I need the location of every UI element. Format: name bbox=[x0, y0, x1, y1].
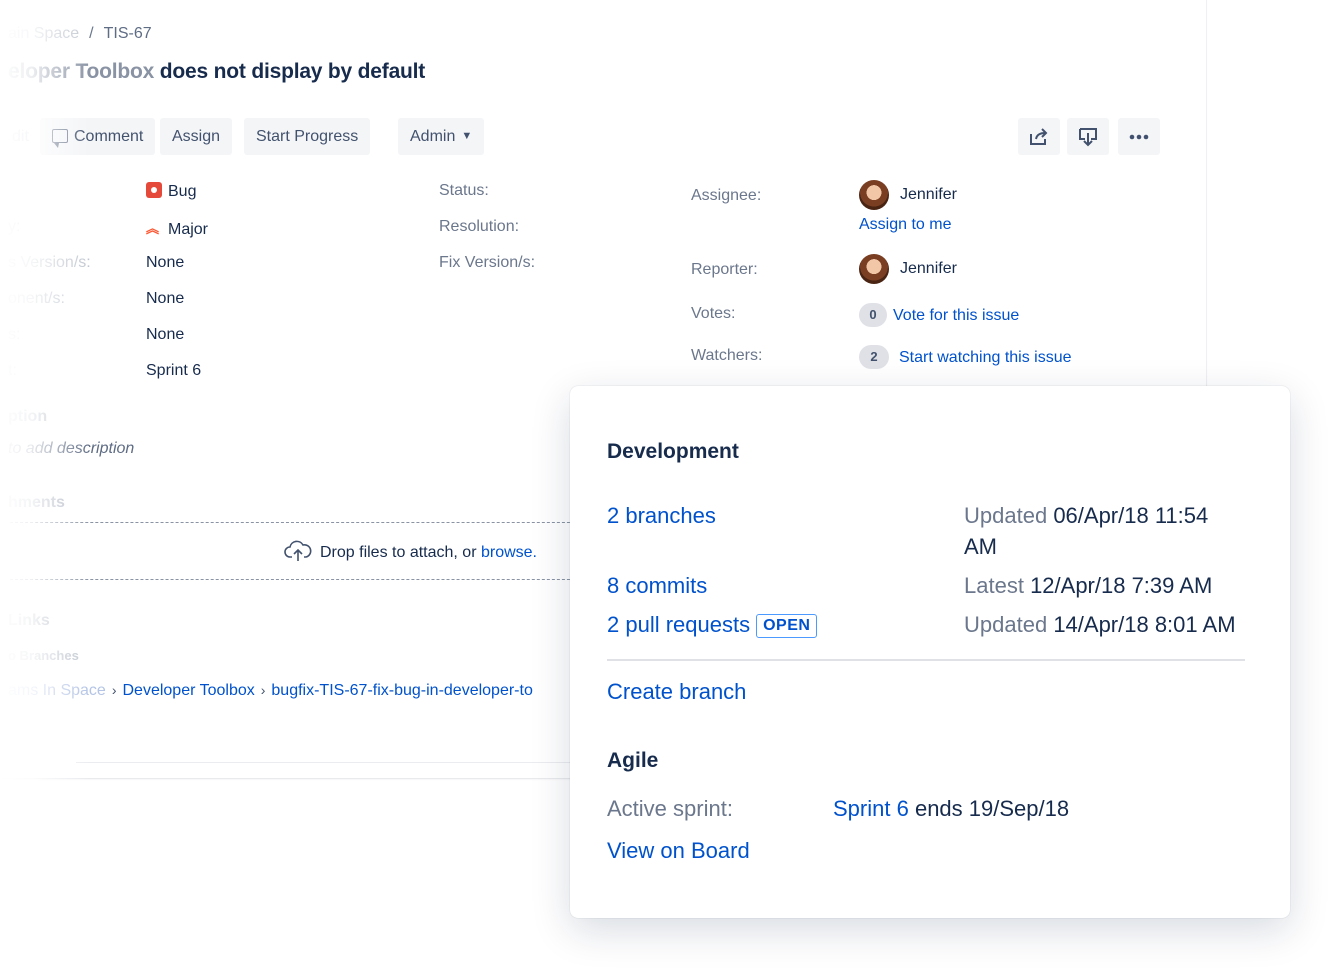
branch-link[interactable]: bugfix-TIS-67-fix-bug-in-developer-to bbox=[271, 682, 532, 699]
commits-meta-label: Latest bbox=[964, 573, 1024, 598]
commits-link[interactable]: 8 commits bbox=[607, 573, 707, 599]
bug-icon bbox=[146, 182, 162, 198]
type-text: Bug bbox=[168, 183, 197, 200]
status-badge: OPEN bbox=[756, 614, 818, 638]
edit-button[interactable]: dit bbox=[0, 118, 41, 155]
admin-label: Admin bbox=[410, 128, 456, 145]
vote-link[interactable]: Vote for this issue bbox=[893, 307, 1019, 324]
issue-title-main: does not display by default bbox=[159, 60, 426, 83]
avatar bbox=[859, 254, 889, 284]
comment-button[interactable]: Comment bbox=[40, 118, 156, 155]
pull-requests-row: 2 pull requests OPEN bbox=[607, 612, 818, 638]
links-heading: Links bbox=[8, 612, 50, 629]
branches-meta-label: Updated bbox=[964, 503, 1048, 528]
assignee-value[interactable]: Jennifer bbox=[859, 180, 957, 210]
path-separator: › bbox=[111, 682, 117, 698]
assign-button[interactable]: Assign bbox=[160, 118, 233, 155]
project-link[interactable]: Developer Toolbox bbox=[123, 682, 255, 699]
branches-link[interactable]: 2 branches bbox=[607, 503, 716, 529]
active-sprint-value: Sprint 6 ends 19/Sep/18 bbox=[833, 796, 1069, 822]
branch-path: ams In Space › Developer Toolbox › bugfix-TI… bbox=[8, 682, 533, 700]
prs-meta-label: Updated bbox=[964, 612, 1048, 637]
components-value[interactable]: None bbox=[146, 290, 184, 308]
reporter-value[interactable]: Jennifer bbox=[859, 254, 957, 284]
more-actions-button[interactable] bbox=[1118, 118, 1160, 155]
issue-title-faded: eloper Toolbox bbox=[8, 60, 155, 83]
watchers-label: Watchers: bbox=[691, 347, 763, 364]
upload-cloud-icon bbox=[284, 540, 312, 561]
issue-title: eloper Toolbox does not display by defau… bbox=[8, 60, 425, 84]
section-divider bbox=[607, 659, 1245, 661]
votes-count-badge: 0 bbox=[859, 303, 887, 327]
start-progress-button[interactable]: Start Progress bbox=[244, 118, 371, 155]
sprint-ends-text: ends 19/Sep/18 bbox=[914, 796, 1070, 821]
browse-link[interactable]: browse. bbox=[481, 544, 537, 561]
reporter-label: Reporter: bbox=[691, 261, 758, 278]
export-button[interactable] bbox=[1067, 118, 1109, 155]
create-branch-link[interactable]: Create branch bbox=[607, 679, 746, 705]
watchers-value: 2 Start watching this issue bbox=[859, 345, 1072, 369]
sprint-link[interactable]: Sprint 6 bbox=[833, 796, 909, 821]
prs-meta-value: 14/Apr/18 8:01 AM bbox=[1053, 612, 1236, 637]
repo-link[interactable]: ams In Space bbox=[8, 682, 106, 699]
active-sprint-label-text: Active sprint: bbox=[607, 796, 733, 821]
branches-meta-continued: AM bbox=[964, 534, 997, 559]
development-title: Development bbox=[607, 440, 739, 463]
pull-requests-meta: Updated 14/Apr/18 8:01 AM bbox=[964, 612, 1236, 638]
major-priority-icon: ︽ bbox=[146, 221, 160, 236]
components-label: onent/s: bbox=[8, 290, 65, 307]
admin-dropdown[interactable]: Admin ▼ bbox=[398, 118, 485, 155]
description-placeholder[interactable]: to add description bbox=[8, 440, 134, 458]
branches-subheading: o Branches bbox=[8, 648, 79, 663]
votes-label: Votes: bbox=[691, 305, 736, 322]
resolution-label: Resolution: bbox=[439, 218, 520, 235]
breadcrumb-project[interactable]: ain Space bbox=[8, 25, 79, 42]
votes-value: 0 Vote for this issue bbox=[859, 303, 1019, 327]
view-on-board-link[interactable]: View on Board bbox=[607, 838, 750, 864]
fix-version-label: Fix Version/s: bbox=[439, 254, 536, 271]
affects-version-label: s Version/s: bbox=[8, 254, 91, 271]
share-icon bbox=[1030, 127, 1048, 145]
agile-title: Agile bbox=[607, 749, 659, 772]
path-separator: › bbox=[260, 682, 266, 698]
avatar bbox=[859, 180, 889, 210]
description-heading: ption bbox=[8, 408, 48, 425]
breadcrumb-separator: / bbox=[89, 25, 94, 42]
assign-to-me-link[interactable]: Assign to me bbox=[859, 216, 951, 234]
assignee-label: Assignee: bbox=[691, 187, 762, 204]
active-sprint-label: Active sprint: bbox=[607, 796, 733, 822]
share-button[interactable] bbox=[1018, 118, 1060, 155]
affects-version-value[interactable]: None bbox=[146, 254, 184, 272]
labels-value[interactable]: None bbox=[146, 326, 184, 344]
commits-meta-value: 12/Apr/18 7:39 AM bbox=[1030, 573, 1213, 598]
divider bbox=[76, 762, 636, 763]
priority-text: Major bbox=[168, 221, 209, 238]
comment-icon bbox=[52, 129, 68, 148]
branches-meta: Updated 06/Apr/18 11:54 bbox=[964, 503, 1208, 529]
type-value[interactable]: Bug bbox=[146, 182, 196, 201]
export-icon bbox=[1079, 127, 1097, 146]
priority-value[interactable]: ︽ Major bbox=[146, 218, 208, 239]
drop-files-text: Drop files to attach, or bbox=[320, 544, 477, 561]
sprint-value[interactable]: Sprint 6 bbox=[146, 362, 201, 380]
assignee-name: Jennifer bbox=[900, 186, 957, 204]
reporter-name: Jennifer bbox=[900, 260, 957, 278]
more-icon bbox=[1129, 134, 1149, 139]
breadcrumb-issue-key[interactable]: TIS-67 bbox=[104, 25, 152, 42]
sprint-label: t: bbox=[8, 362, 17, 379]
breadcrumb: ain Space / TIS-67 bbox=[8, 25, 152, 43]
branches-meta-value: 06/Apr/18 11:54 bbox=[1053, 503, 1209, 528]
priority-label: y: bbox=[8, 218, 21, 235]
comment-label: Comment bbox=[74, 128, 144, 145]
watch-link[interactable]: Start watching this issue bbox=[899, 349, 1072, 366]
attachments-heading: hments bbox=[8, 494, 65, 511]
dropzone-text: Drop files to attach, or browse. bbox=[284, 540, 537, 562]
chevron-down-icon: ▼ bbox=[461, 130, 473, 142]
labels-label: s: bbox=[8, 326, 21, 343]
watchers-count-badge: 2 bbox=[859, 345, 889, 369]
pull-requests-link[interactable]: 2 pull requests bbox=[607, 612, 750, 637]
status-label: Status: bbox=[439, 182, 489, 199]
commits-meta: Latest 12/Apr/18 7:39 AM bbox=[964, 573, 1212, 599]
development-panel: Development 2 branches Updated 06/Apr/18… bbox=[570, 386, 1290, 918]
